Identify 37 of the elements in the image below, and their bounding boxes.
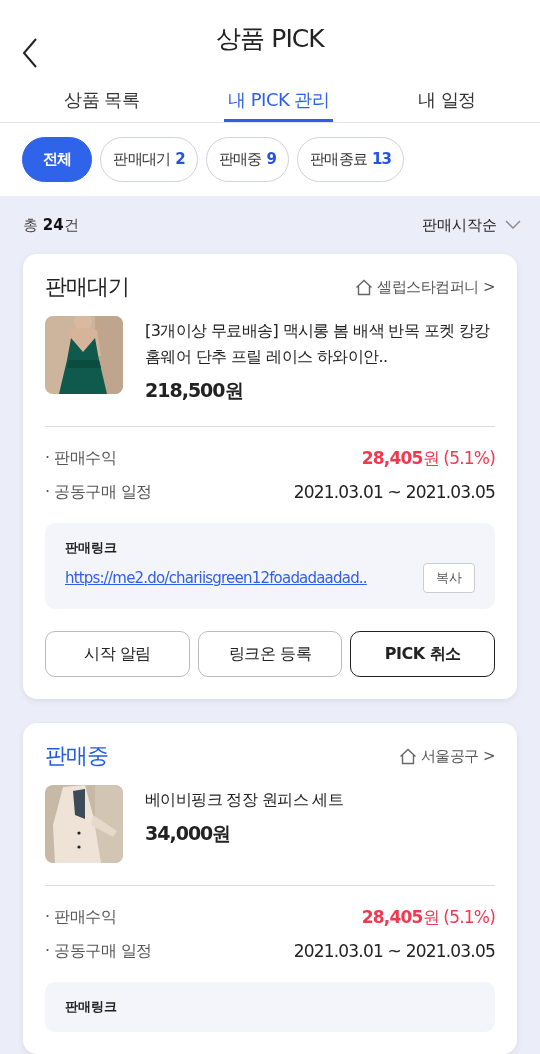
- link-label: 판매링크: [65, 539, 118, 557]
- info-value: 28,405원 (5.1%): [361, 905, 495, 929]
- chevron-down-icon: [505, 220, 521, 230]
- filter-chip[interactable]: 판매대기 2: [100, 137, 198, 182]
- product-price: 34,000원: [145, 821, 232, 846]
- info-label: · 판매수익: [45, 447, 117, 469]
- seller-link[interactable]: 서울공구 >: [420, 746, 495, 766]
- seller-link[interactable]: 셀럽스타컴퍼니 >: [377, 277, 495, 297]
- info-value: 2021.03.01 ~ 2021.03.05: [293, 941, 495, 961]
- status-label: 판매대기: [45, 273, 129, 301]
- page-title: 상품 PICK: [216, 23, 324, 56]
- link-label: 판매링크: [65, 998, 118, 1016]
- product-name: [3개이상 무료배송] 맥시롱 봄 배색 반목 포켓 캉캉 홈웨어 단추 프릴 레이스 하와이안..: [145, 320, 491, 368]
- info-value: 2021.03.01 ~ 2021.03.05: [293, 482, 495, 502]
- total-count: 총 24건: [23, 215, 79, 235]
- filter-chip[interactable]: 판매종료 13: [297, 137, 405, 182]
- action-button[interactable]: 시작 알림: [45, 631, 190, 677]
- filter-chip[interactable]: 전체: [22, 137, 93, 182]
- sales-link[interactable]: https://me2.do/chariisgreen12foadadaadad..: [65, 569, 367, 587]
- product-price: 218,500원: [145, 378, 244, 403]
- tab[interactable]: 내 일정: [414, 81, 480, 122]
- info-label: · 공동구매 일정: [45, 940, 152, 962]
- copy-button[interactable]: 복사: [423, 563, 475, 593]
- filter-chip[interactable]: 판매중 9: [205, 137, 290, 182]
- action-button[interactable]: PICK 취소: [350, 631, 495, 677]
- home-icon: [398, 747, 417, 765]
- info-value: 28,405원 (5.1%): [361, 446, 495, 470]
- sort-dropdown[interactable]: 판매시작순: [422, 215, 521, 235]
- info-label: · 공동구매 일정: [45, 481, 152, 503]
- info-label: · 판매수익: [45, 906, 117, 928]
- action-button[interactable]: 링크온 등록: [197, 631, 343, 677]
- tab[interactable]: 내 PICK 관리: [224, 81, 334, 122]
- product-name: 베이비핑크 정장 원피스 세트: [145, 789, 344, 811]
- home-icon: [355, 278, 374, 296]
- back-icon[interactable]: [22, 38, 38, 68]
- status-label: 판매중: [45, 742, 108, 770]
- tab[interactable]: 상품 목록: [60, 81, 144, 122]
